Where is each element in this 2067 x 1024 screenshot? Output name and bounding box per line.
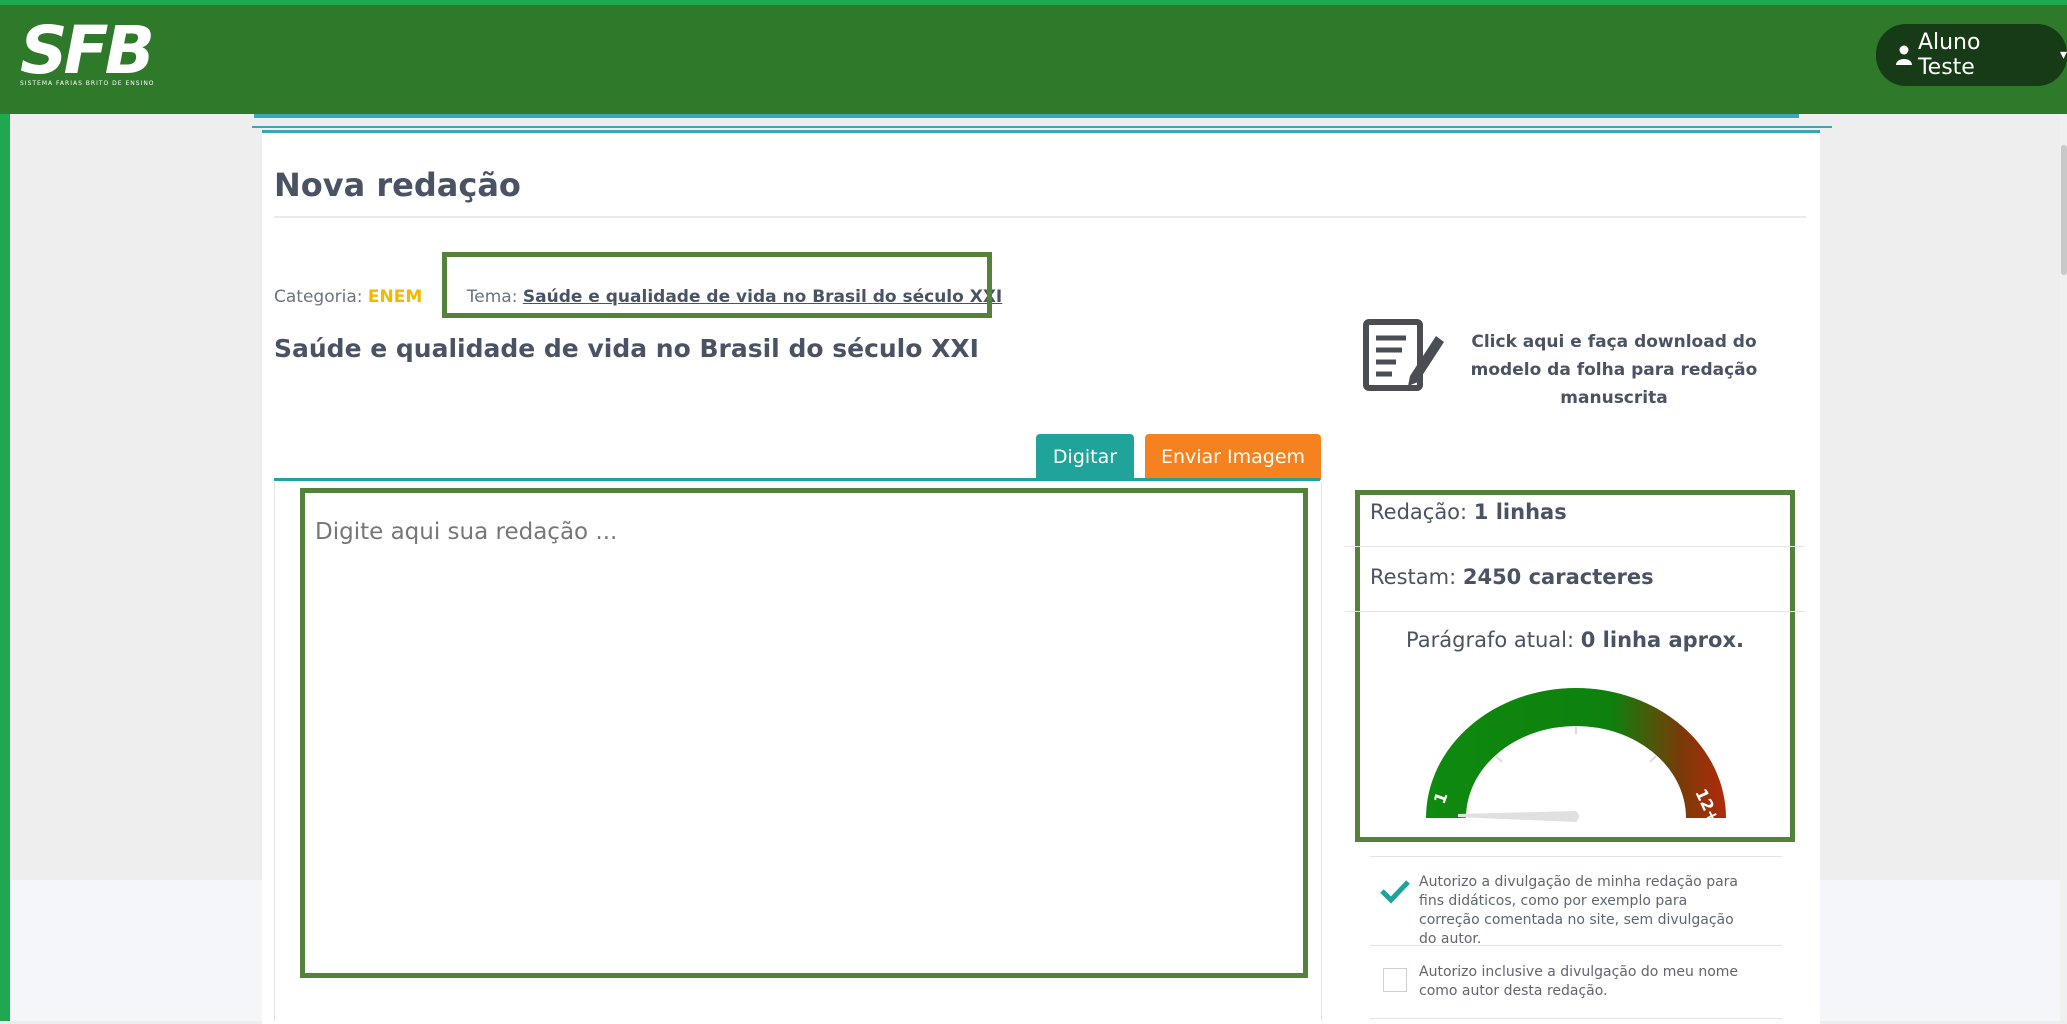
- card-top-border-secondary: [252, 126, 1832, 128]
- lines-count: Redação: 1 linhas: [1370, 500, 1567, 524]
- download-template-link[interactable]: Click aqui e faça download do modelo da …: [1446, 328, 1782, 412]
- essay-theme-heading: Saúde e qualidade de vida no Brasil do s…: [274, 334, 979, 363]
- current-paragraph: Parágrafo atual: 0 linha aprox.: [1360, 628, 1790, 652]
- category-label: Categoria:: [274, 287, 363, 307]
- consent-author-text: Autorizo inclusive a divulgação do meu n…: [1419, 964, 1739, 999]
- user-menu-button[interactable]: Aluno Teste ▾: [1876, 24, 2067, 86]
- remaining-chars: Restam: 2450 caracteres: [1370, 565, 1654, 589]
- consent-didactic-text: Autorizo a divulgação de minha redação p…: [1419, 874, 1738, 947]
- top-navbar: [0, 0, 2067, 114]
- logo-text: SFB: [20, 12, 155, 89]
- card-top-border: [254, 114, 1799, 118]
- scrollbar-thumb[interactable]: [2061, 145, 2067, 275]
- lines-label: Redação:: [1370, 500, 1468, 524]
- left-accent-strip: [0, 0, 10, 1021]
- paragraph-label: Parágrafo atual:: [1406, 628, 1575, 652]
- checkmark-icon[interactable]: [1380, 876, 1410, 906]
- page-title: Nova redação: [274, 166, 521, 204]
- stats-divider: [1345, 611, 1805, 612]
- app-logo[interactable]: SFB SISTEMA FARIAS BRITO DE ENSINO: [20, 12, 155, 92]
- remaining-label: Restam:: [1370, 565, 1457, 589]
- tema-highlight-box: [442, 252, 992, 318]
- tab-digitar[interactable]: Digitar: [1036, 434, 1134, 480]
- essay-textarea[interactable]: [300, 488, 1308, 978]
- title-divider: [274, 216, 1806, 218]
- user-icon: [1896, 45, 1912, 65]
- consent-divider: [1370, 1018, 1782, 1019]
- document-edit-icon[interactable]: [1362, 318, 1446, 392]
- caret-down-icon: ▾: [2059, 47, 2067, 63]
- consent-divider: [1370, 945, 1782, 946]
- consent-divider: [1370, 856, 1782, 857]
- category-value: ENEM: [367, 287, 423, 307]
- consent-author-checkbox[interactable]: [1383, 968, 1407, 992]
- lines-value: 1 linhas: [1473, 500, 1567, 524]
- tab-enviar-imagem[interactable]: Enviar Imagem: [1145, 434, 1321, 480]
- gauge-arc: [1426, 688, 1726, 818]
- stats-divider: [1345, 546, 1805, 547]
- user-name: Aluno Teste: [1917, 30, 1981, 80]
- logo-subtitle: SISTEMA FARIAS BRITO DE ENSINO: [20, 80, 155, 87]
- line-gauge: 1 12+: [1426, 688, 1726, 826]
- tabs-underline: [274, 478, 1320, 481]
- paragraph-value: 0 linha aprox.: [1580, 628, 1744, 652]
- remaining-value: 2450 caracteres: [1462, 565, 1654, 589]
- gauge-needle: [1458, 811, 1579, 822]
